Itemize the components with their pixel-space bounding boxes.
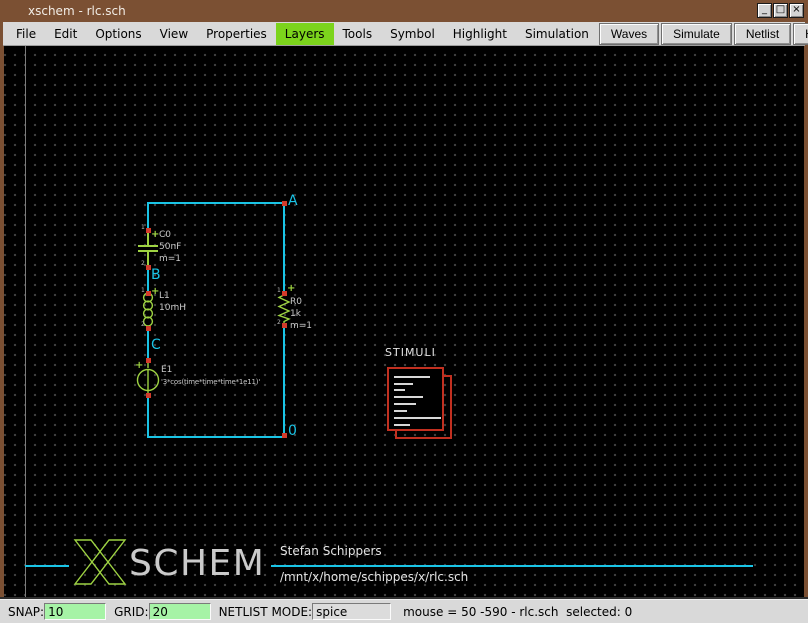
statusbar: SNAP: GRID: NETLIST MODE: mouse = 50 -59… — [0, 599, 808, 623]
pin-number: 1 — [141, 288, 145, 294]
window-controls: _ □ × — [757, 3, 804, 18]
stimuli-text-line — [394, 383, 413, 385]
menu-simulation[interactable]: Simulation — [516, 23, 598, 45]
help-button[interactable]: Help — [793, 23, 808, 45]
stimuli-text-line — [394, 389, 405, 391]
pin-number: 1 — [277, 288, 281, 294]
menu-properties[interactable]: Properties — [197, 23, 276, 45]
net-label-A[interactable]: A — [288, 194, 298, 208]
grid-input[interactable] — [149, 603, 211, 620]
wire-segment[interactable] — [148, 436, 285, 438]
pin-number: 1 — [141, 225, 145, 231]
capacitor-symbol[interactable] — [138, 245, 158, 247]
menu-layers[interactable]: Layers — [276, 23, 334, 45]
pin-marker — [282, 433, 287, 438]
minimize-icon[interactable]: _ — [757, 3, 772, 18]
file-path-text: /mnt/x/home/schippes/x/rlc.sch — [280, 570, 468, 584]
author-text: Stefan Schippers — [280, 544, 382, 558]
menu-highlight[interactable]: Highlight — [444, 23, 516, 45]
titlebar[interactable]: xschem - rlc.sch _ □ × — [0, 0, 808, 22]
stimuli-text-line — [394, 396, 423, 398]
pin-marker — [146, 358, 151, 363]
menu-view[interactable]: View — [151, 23, 197, 45]
pin-marker — [282, 291, 287, 296]
grid-label: GRID: — [114, 605, 148, 619]
close-icon[interactable]: × — [789, 3, 804, 18]
polarity-plus-icon: + — [135, 361, 143, 371]
snap-label: SNAP: — [8, 605, 44, 619]
netlist-mode-input[interactable] — [312, 603, 391, 620]
net-label-ground[interactable]: 0 — [288, 424, 297, 438]
schematic-canvas[interactable]: + 1 2 C0 50nF m=1 + 1 2 L1 10mH + E1 '3*… — [4, 46, 804, 599]
component-ref[interactable]: E1 — [161, 366, 172, 375]
simulate-button[interactable]: Simulate — [661, 23, 732, 45]
waves-button[interactable]: Waves — [599, 23, 659, 45]
pin-number: 2 — [141, 261, 145, 267]
stimuli-text-line — [394, 376, 430, 378]
net-label-B[interactable]: B — [151, 268, 161, 282]
component-value[interactable]: 10mH — [159, 304, 186, 313]
pin-marker — [146, 393, 151, 398]
menubar: File Edit Options View Properties Layers… — [3, 22, 805, 46]
snap-input[interactable] — [44, 603, 106, 620]
wire-segment[interactable] — [147, 394, 149, 438]
maximize-icon[interactable]: □ — [773, 3, 788, 18]
frame-line — [25, 46, 26, 599]
stimuli-text-line — [394, 410, 407, 412]
polarity-plus-icon: + — [287, 284, 295, 294]
component-ref[interactable]: R0 — [290, 298, 302, 307]
component-mult[interactable]: m=1 — [290, 322, 312, 331]
wire-segment[interactable] — [148, 202, 285, 204]
menu-edit[interactable]: Edit — [45, 23, 86, 45]
pin-number: 2 — [277, 320, 281, 326]
stimuli-text-line — [394, 403, 416, 405]
window-title: xschem - rlc.sch — [28, 4, 126, 18]
stimuli-text-line — [394, 417, 441, 419]
xschem-logo-x-icon — [71, 540, 129, 584]
pin-number: 2 — [141, 322, 145, 328]
title-block-rule — [25, 565, 69, 567]
pin-marker — [146, 326, 151, 331]
component-ref[interactable]: L1 — [159, 292, 170, 301]
mouse-status-text: mouse = 50 -590 - rlc.sch selected: 0 — [403, 605, 632, 619]
wire-segment[interactable] — [147, 202, 149, 231]
netlist-button[interactable]: Netlist — [734, 23, 791, 45]
wire-segment[interactable] — [147, 329, 149, 361]
menu-options[interactable]: Options — [86, 23, 150, 45]
stimuli-label[interactable]: STIMULI — [385, 347, 436, 358]
component-mult[interactable]: m=1 — [159, 255, 181, 264]
component-value[interactable]: 1k — [290, 310, 301, 319]
netlist-mode-label: NETLIST MODE: — [219, 605, 313, 619]
wire-segment[interactable] — [283, 202, 285, 292]
xschem-logo-text: SCHEM — [129, 546, 265, 582]
pin-marker — [146, 228, 151, 233]
component-ref[interactable]: C0 — [159, 231, 171, 240]
title-block-rule — [271, 565, 753, 567]
menu-symbol[interactable]: Symbol — [381, 23, 444, 45]
component-value[interactable]: '3*cos(time*time*time*1e11)' — [161, 379, 260, 386]
pin-marker — [282, 323, 287, 328]
component-value[interactable]: 50nF — [159, 243, 181, 252]
menu-file[interactable]: File — [7, 23, 45, 45]
pin-marker — [146, 291, 151, 296]
stimuli-text-line — [394, 424, 410, 426]
menu-tools[interactable]: Tools — [334, 23, 382, 45]
pin-marker — [282, 201, 287, 206]
xschem-window: xschem - rlc.sch _ □ × File Edit Options… — [0, 0, 808, 623]
net-label-C[interactable]: C — [151, 338, 161, 352]
wire-segment[interactable] — [283, 324, 285, 438]
